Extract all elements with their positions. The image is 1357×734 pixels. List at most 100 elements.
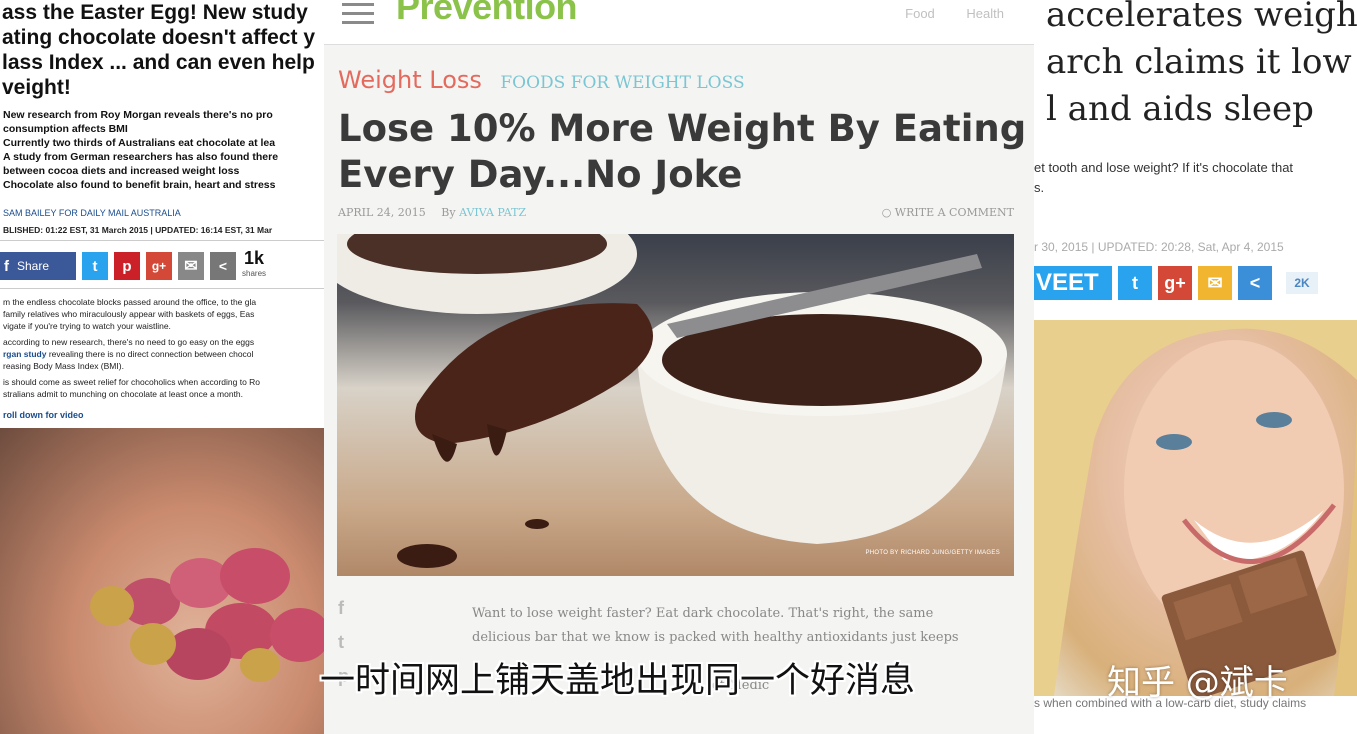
egg-shape: [165, 628, 231, 680]
egg-shape: [270, 608, 324, 662]
egg-shape: [90, 586, 134, 626]
twitter-icon: t: [1132, 272, 1138, 293]
left-headline-line: lass Index ... and can even help: [2, 51, 315, 74]
body-line: revealing there is no direct connection …: [46, 349, 254, 359]
mail-icon: ✉: [1207, 272, 1223, 293]
comment-label: WRITE A COMMENT: [894, 206, 1014, 219]
site-logo[interactable]: Prevention: [396, 0, 578, 28]
facebook-share-button[interactable]: f Share: [0, 252, 76, 280]
bullet-item: between cocoa diets and increased weight…: [3, 165, 240, 177]
article-date: APRIL 24, 2015: [338, 206, 426, 219]
article-meta: APRIL 24, 2015 By AVIVA PATZ ○ WRITE A C…: [338, 206, 1014, 219]
egg-shape: [240, 648, 280, 682]
googleplus-share-button[interactable]: g+: [146, 252, 172, 280]
right-dek: et tooth and lose weight? If it's chocol…: [1034, 158, 1293, 198]
bullet-item: Currently two thirds of Australians eat …: [3, 137, 276, 149]
egg-shape: [220, 548, 290, 604]
left-published-date: BLISHED: 01:22 EST, 31 March 2015 | UPDA…: [3, 225, 273, 235]
body-line: m the endless chocolate blocks passed ar…: [3, 297, 257, 307]
dek-line: et tooth and lose weight? If it's chocol…: [1034, 160, 1294, 175]
scroll-down-video-link[interactable]: roll down for video: [3, 410, 84, 420]
facebook-icon[interactable]: f: [338, 598, 368, 632]
egg-shape: [130, 623, 176, 665]
twitter-icon: t: [92, 257, 98, 275]
share-count: 1k shares: [242, 248, 267, 282]
site-header: Prevention Food Health: [324, 0, 1034, 45]
subcategory-link[interactable]: FOODS FOR WEIGHT LOSS: [500, 73, 744, 93]
right-headline-line: arch claims it low: [1046, 42, 1352, 82]
pinterest-icon: p: [122, 257, 132, 275]
left-headline-line: ass the Easter Egg! New study: [2, 1, 308, 24]
left-headline-line: veight!: [2, 76, 71, 99]
share-icon: <: [1249, 272, 1261, 293]
bullet-item: New research from Roy Morgan reveals the…: [3, 109, 273, 121]
top-nav: Food Health: [877, 6, 1004, 21]
more-share-button[interactable]: <: [1238, 266, 1272, 300]
bullet-item: consumption affects BMI: [3, 123, 128, 135]
category-link[interactable]: Weight Loss: [338, 66, 482, 94]
more-share-button[interactable]: <: [210, 252, 236, 280]
prevention-article-panel: Prevention Food Health Weight Loss FOODS…: [324, 0, 1034, 734]
email-share-button[interactable]: ✉: [178, 252, 204, 280]
body-line: family relatives who miraculously appear…: [3, 309, 255, 319]
study-link[interactable]: rgan study: [3, 349, 46, 359]
category-line: Weight Loss FOODS FOR WEIGHT LOSS: [338, 66, 745, 94]
bullet-item: A study from German researchers has also…: [3, 151, 279, 163]
write-comment-link[interactable]: ○ WRITE A COMMENT: [882, 206, 1014, 219]
body-line: delicious bar that we know is packed wit…: [472, 630, 959, 645]
share-count-value: 1k: [243, 248, 265, 268]
daily-mail-article-panel: ass the Easter Egg! New study ating choc…: [0, 0, 324, 734]
right-published-date: r 30, 2015 | UPDATED: 20:28, Sat, Apr 4,…: [1034, 240, 1284, 254]
right-headline-line: accelerates weigh: [1046, 0, 1357, 35]
email-share-button[interactable]: ✉: [1198, 266, 1232, 300]
share-icon: <: [218, 258, 228, 274]
nav-link-food[interactable]: Food: [905, 6, 935, 21]
body-line: reasing Body Mass Index (BMI).: [3, 361, 124, 371]
title-line: Lose 10% More Weight By Eating A: [338, 107, 1034, 150]
right-share-bar: VEET t g+ ✉ < 2K: [1034, 266, 1318, 300]
share-count: 2K: [1286, 272, 1318, 294]
body-line: Want to lose weight faster? Eat dark cho…: [472, 606, 934, 621]
by-label: By: [441, 206, 456, 219]
googleplus-icon: g+: [151, 259, 167, 273]
right-headline[interactable]: accelerates weigh arch claims it low l a…: [1046, 0, 1357, 133]
googleplus-icon: g+: [1164, 272, 1186, 293]
googleplus-share-button[interactable]: g+: [1158, 266, 1192, 300]
chocolate-bowl-photo: PHOTO BY RICHARD JUNG/GETTY IMAGES: [337, 234, 1014, 576]
article-title: Lose 10% More Weight By Eating A Every D…: [338, 106, 1034, 198]
twitter-share-button[interactable]: t: [1118, 266, 1152, 300]
bullet-item: Chocolate also found to benefit brain, h…: [3, 179, 276, 191]
body-paragraph: is should come as sweet relief for choco…: [3, 376, 324, 400]
divider: [0, 288, 324, 289]
title-line: Every Day...No Joke: [338, 153, 743, 196]
body-paragraph: according to new research, there's no ne…: [3, 336, 324, 372]
pinterest-share-button[interactable]: p: [114, 252, 140, 280]
tweet-button[interactable]: VEET: [1034, 266, 1112, 300]
menu-icon[interactable]: [342, 3, 374, 25]
body-line: stralians admit to munching on chocolate…: [3, 389, 244, 399]
left-headline[interactable]: ass the Easter Egg! New study ating choc…: [2, 0, 324, 100]
twitter-share-button[interactable]: t: [82, 252, 108, 280]
facebook-icon: f: [4, 257, 9, 275]
share-count-label: shares: [242, 269, 267, 278]
tweet-label: VEET: [1036, 269, 1099, 296]
author-link[interactable]: AVIVA PATZ: [459, 206, 526, 219]
body-line: vigate if you're trying to watch your wa…: [3, 321, 171, 331]
express-article-panel: accelerates weigh arch claims it low l a…: [1034, 0, 1357, 734]
dek-line: s.: [1034, 180, 1045, 195]
nav-link-health[interactable]: Health: [966, 6, 1004, 21]
body-paragraph: m the endless chocolate blocks passed ar…: [3, 296, 324, 332]
share-label: Share: [17, 259, 50, 273]
body-line: according to new research, there's no ne…: [3, 337, 255, 347]
divider: [0, 240, 324, 241]
body-line: is should come as sweet relief for choco…: [3, 377, 261, 387]
mail-icon: ✉: [184, 258, 198, 275]
left-article-body: m the endless chocolate blocks passed ar…: [3, 296, 324, 404]
left-headline-line: ating chocolate doesn't affect y: [2, 26, 316, 49]
left-bullet-list: New research from Roy Morgan reveals the…: [3, 108, 324, 192]
woman-eating-chocolate-photo: [1034, 320, 1357, 696]
video-subtitle: 一时间网上铺天盖地出现同一个好消息: [320, 661, 916, 701]
left-byline[interactable]: SAM BAILEY FOR DAILY MAIL AUSTRALIA: [3, 208, 181, 218]
easter-eggs-photo: [0, 428, 324, 734]
comment-icon: ○: [881, 206, 895, 219]
